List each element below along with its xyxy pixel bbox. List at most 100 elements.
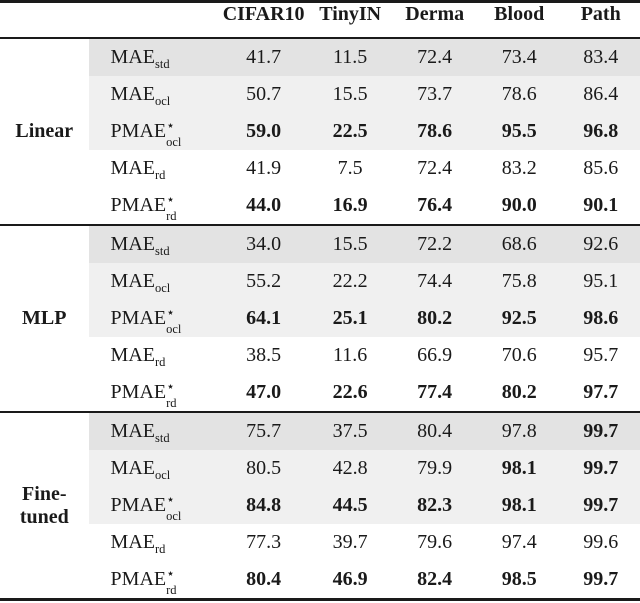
metric-base: MAE [110, 420, 155, 442]
metric-subscript: ocl [155, 468, 171, 482]
metric-base: PMAE [110, 381, 167, 403]
metric-subscript: rd [155, 168, 166, 182]
cell-tinyin: 22.2 [307, 263, 393, 300]
metric-base: PMAE [110, 568, 167, 590]
cell-blood: 97.4 [501, 531, 537, 553]
cell-derma: 72.4 [392, 38, 477, 76]
table-row: PMAE⋆oclocl84.844.582.398.199.7 [0, 487, 640, 524]
cell-derma: 78.6 [392, 113, 477, 150]
cell-cifar10: 38.5 [246, 344, 282, 366]
metric-label: MAErd [89, 524, 220, 561]
metric-label: PMAE⋆oclocl [88, 300, 220, 337]
cell-path: 97.7 [583, 381, 619, 403]
metric-base: MAE [110, 233, 155, 255]
table-row: PMAE⋆rdrd 44.0 16.9 76.4 90.0 90.1 [0, 187, 640, 225]
metric-subscript: rd [155, 542, 166, 556]
header-tinyin: TinyIN [319, 3, 382, 25]
star-superscript: ⋆ [166, 193, 175, 208]
table-row: PMAE⋆oclocl59.022.578.695.596.8 [0, 113, 640, 150]
table-body: Linear MAEstd 41.7 11.5 72.4 73.4 83.4 MAEocl 50… [0, 38, 640, 602]
cell-cifar10: 44.0 [246, 194, 282, 216]
cell-tinyin: 37.5 [307, 413, 393, 450]
metric-base: MAE [110, 157, 155, 179]
cell-path: 95.7 [583, 344, 619, 366]
metric-subscript: ocl [166, 135, 182, 149]
cell-cifar10: 84.8 [219, 487, 308, 524]
cell-cifar10: 80.4 [246, 568, 282, 590]
header-cifar10: CIFAR10 [222, 3, 305, 25]
metric-base: MAE [110, 270, 155, 292]
star-superscript: ⋆ [166, 119, 175, 134]
cell-blood: 97.8 [476, 413, 562, 450]
cell-cifar10: 75.7 [219, 413, 308, 450]
metric-base: MAE [110, 531, 155, 553]
cell-cifar10: 50.7 [219, 76, 308, 113]
cell-tinyin: 25.1 [307, 300, 393, 337]
cell-cifar10: 41.9 [246, 157, 282, 179]
cell-tinyin: 15.5 [307, 76, 393, 113]
results-table: CIFAR10 TinyIN Derma Blood Path Linear MA… [0, 0, 640, 602]
cell-cifar10: 41.7 [219, 38, 308, 76]
method-label-line: Fine- [22, 483, 67, 506]
cell-blood: 98.5 [501, 568, 537, 590]
cell-tinyin: 15.5 [307, 226, 393, 263]
header-derma: Derma [405, 3, 465, 25]
star-superscript: ⋆ [166, 380, 175, 395]
cell-tinyin: 22.6 [332, 381, 368, 403]
cell-derma: 66.9 [417, 344, 453, 366]
metric-label: MAEocl [88, 450, 220, 487]
cell-path: 99.7 [561, 413, 640, 450]
metric-base: PMAE [110, 194, 167, 216]
cell-cifar10: 59.0 [219, 113, 308, 150]
cell-tinyin: 22.5 [307, 113, 393, 150]
cell-path: 99.6 [583, 531, 619, 553]
cell-derma: 77.4 [417, 381, 453, 403]
cell-blood: 80.2 [501, 381, 537, 403]
table-row: MLP MAEstd 34.0 15.5 72.2 68.6 92.6 [0, 226, 640, 329]
cell-path: 83.4 [561, 38, 640, 76]
cell-tinyin: 11.6 [333, 344, 368, 366]
cell-path: 99.7 [561, 450, 640, 487]
table-row: PMAE⋆rdrd 47.0 22.6 77.4 80.2 97.7 [0, 374, 640, 412]
method-label: MLP [0, 226, 89, 412]
cell-blood: 92.5 [476, 300, 562, 337]
cell-path: 85.6 [583, 157, 619, 179]
table-row: MAErd 41.9 7.5 72.4 83.2 85.6 [0, 150, 640, 187]
method-label-line: MLP [22, 307, 67, 330]
cell-path: 96.8 [561, 113, 640, 150]
star-superscript: ⋆ [166, 567, 175, 582]
cell-blood: 83.2 [501, 157, 537, 179]
star-superscript: ⋆ [166, 493, 175, 508]
cell-tinyin: 16.9 [332, 194, 368, 216]
table-row: PMAE⋆oclocl64.125.180.292.598.6 [0, 300, 640, 337]
metric-label: MAEocl [88, 76, 220, 113]
metric-label: MAEstd [88, 413, 220, 450]
cell-tinyin: 44.5 [307, 487, 393, 524]
cell-blood: 98.1 [476, 487, 562, 524]
cell-derma: 82.3 [392, 487, 477, 524]
metric-subscript: rd [166, 209, 177, 223]
table-row: MAErd 38.5 11.6 66.9 70.6 95.7 [0, 337, 640, 374]
method-label: Fine-tuned [0, 413, 89, 600]
metric-base: MAE [110, 46, 155, 68]
cell-derma: 80.2 [392, 300, 477, 337]
metric-base: MAE [110, 457, 155, 479]
metric-label: MAEocl [88, 263, 220, 300]
cell-path: 95.1 [561, 263, 640, 300]
metric-label: PMAE⋆rdrd [89, 187, 220, 225]
cell-blood: 68.6 [476, 226, 562, 263]
header-metric [89, 3, 220, 38]
table-row: MAEocl 55.2 22.2 74.4 75.8 95.1 [0, 263, 640, 300]
metric-subscript: rd [155, 355, 166, 369]
cell-path: 86.4 [561, 76, 640, 113]
cell-cifar10: 64.1 [219, 300, 308, 337]
cell-derma: 82.4 [417, 568, 453, 590]
table-header: CIFAR10 TinyIN Derma Blood Path [0, 1, 640, 38]
cell-derma: 72.4 [417, 157, 453, 179]
cell-blood: 75.8 [476, 263, 562, 300]
cell-cifar10: 47.0 [246, 381, 282, 403]
metric-subscript: rd [166, 396, 177, 410]
table-row: MAEocl 50.7 15.5 73.7 78.6 86.4 [0, 76, 640, 113]
cell-derma: 79.6 [417, 531, 453, 553]
cell-derma: 80.4 [392, 413, 477, 450]
